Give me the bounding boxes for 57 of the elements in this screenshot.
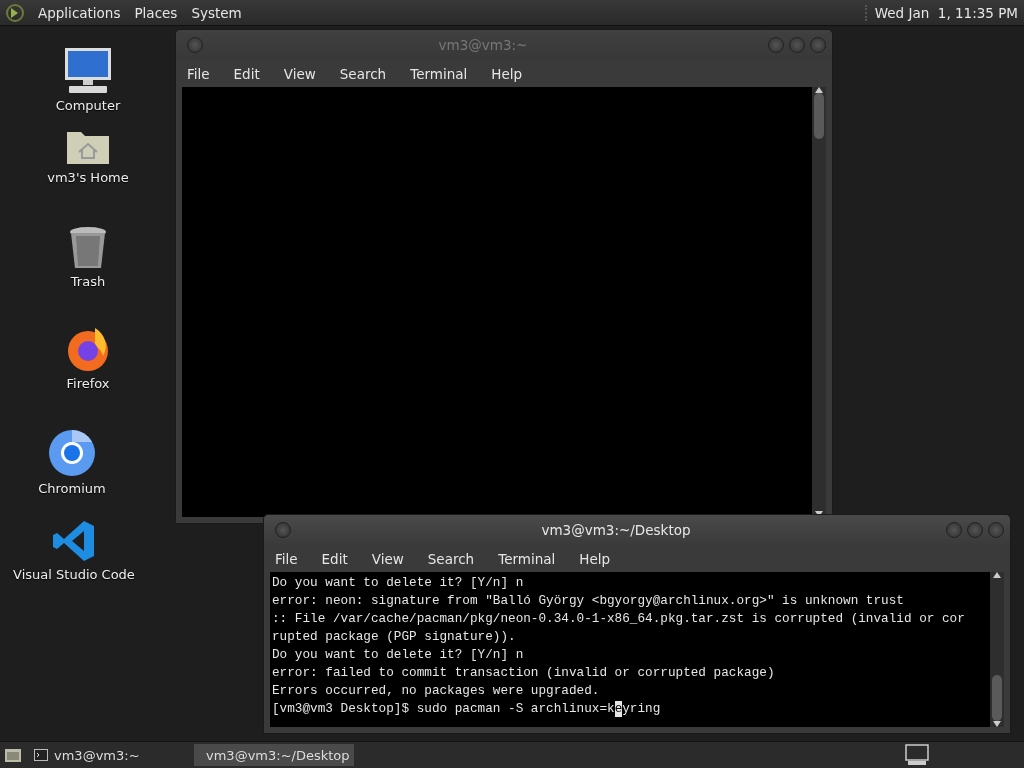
close-button[interactable] [810, 37, 826, 53]
firefox-icon [65, 326, 111, 372]
menu-item[interactable]: Terminal [493, 550, 567, 567]
show-desktop-icon[interactable] [4, 747, 22, 763]
desktop-icon-label[interactable]: vm3's Home [47, 170, 129, 185]
terminal-icon [34, 749, 48, 761]
monitor-icon [63, 46, 113, 94]
trash-icon [68, 226, 108, 270]
panel-menu[interactable]: System [191, 4, 242, 21]
window-menu-button[interactable] [187, 37, 203, 53]
terminal-line: error: failed to commit transaction (invalid or corrupted package) [272, 664, 776, 682]
maximize-button[interactable] [967, 522, 983, 538]
menu-item[interactable]: Edit [228, 65, 271, 82]
command-line[interactable]: [vm3@vm3 Desktop]$ sudo pacman -S archlinux=keyring [272, 700, 988, 718]
menu-item[interactable]: Help [486, 65, 534, 82]
taskbar-button[interactable]: vm3@vm3:~ [28, 744, 188, 766]
desktop-icon-label[interactable]: Visual Studio Code [13, 567, 135, 582]
scrollbar-thumb[interactable] [992, 675, 1002, 721]
terminal-line: rupted package (PGP signature)). [272, 628, 517, 646]
panel-menu[interactable]: Places [134, 4, 178, 21]
terminal-line: Do you want to delete it? [Y/n] n [272, 646, 525, 664]
taskbar-button[interactable]: vm3@vm3:~/Desktop [194, 744, 354, 766]
menu-item[interactable]: View [366, 550, 415, 567]
minimize-button[interactable] [768, 37, 784, 53]
menu-item[interactable]: Help [574, 550, 622, 567]
close-button[interactable] [988, 522, 1004, 538]
terminal-line: :: File /var/cache/pacman/pkg/neon-0.34.0-1-x86_64.pkg.tar.zst is corrupted (invalid or cor [272, 610, 966, 628]
clock[interactable]: Wed Jan 1, 11:35 PM [864, 4, 1018, 21]
terminal-line: Do you want to delete it? [Y/n] n [272, 574, 525, 592]
window-title: vm3@vm3:~ [437, 37, 529, 53]
menu-item[interactable]: Search [422, 550, 486, 567]
terminal-screen[interactable] [270, 572, 990, 727]
desktop-icon-label[interactable]: Chromium [38, 481, 106, 496]
menu-item[interactable]: File [182, 65, 221, 82]
scrollbar[interactable] [990, 572, 1004, 727]
scrollbar-thumb[interactable] [814, 93, 824, 139]
workspace-switcher-icon[interactable] [904, 744, 930, 766]
scrollbar[interactable] [812, 87, 826, 517]
desktop-icon-label[interactable]: Trash [70, 274, 106, 289]
menu-item[interactable]: View [278, 65, 327, 82]
panel-menu[interactable]: Applications [38, 4, 121, 21]
scroll-up-icon[interactable] [993, 572, 1001, 578]
maximize-button[interactable] [789, 37, 805, 53]
desktop-icon-label[interactable]: Computer [55, 98, 121, 113]
distro-logo-icon[interactable] [6, 3, 24, 22]
window-title: vm3@vm3:~/Desktop [540, 522, 692, 538]
menu-item[interactable]: Terminal [405, 65, 479, 82]
chromium-icon [48, 429, 96, 477]
window-menu-button[interactable] [275, 522, 291, 538]
desktop-icon-label[interactable]: Firefox [66, 376, 110, 391]
terminal-line: Errors occurred, no packages were upgraded. [272, 682, 601, 700]
menu-item[interactable]: Search [334, 65, 398, 82]
menu-item[interactable]: Edit [316, 550, 359, 567]
vscode-icon [52, 519, 96, 563]
menu-item[interactable]: File [270, 550, 309, 567]
terminal-line: error: neon: signature from "Balló György <bgyorgy@archlinux.org>" is unknown trust [272, 592, 905, 610]
minimize-button[interactable] [946, 522, 962, 538]
